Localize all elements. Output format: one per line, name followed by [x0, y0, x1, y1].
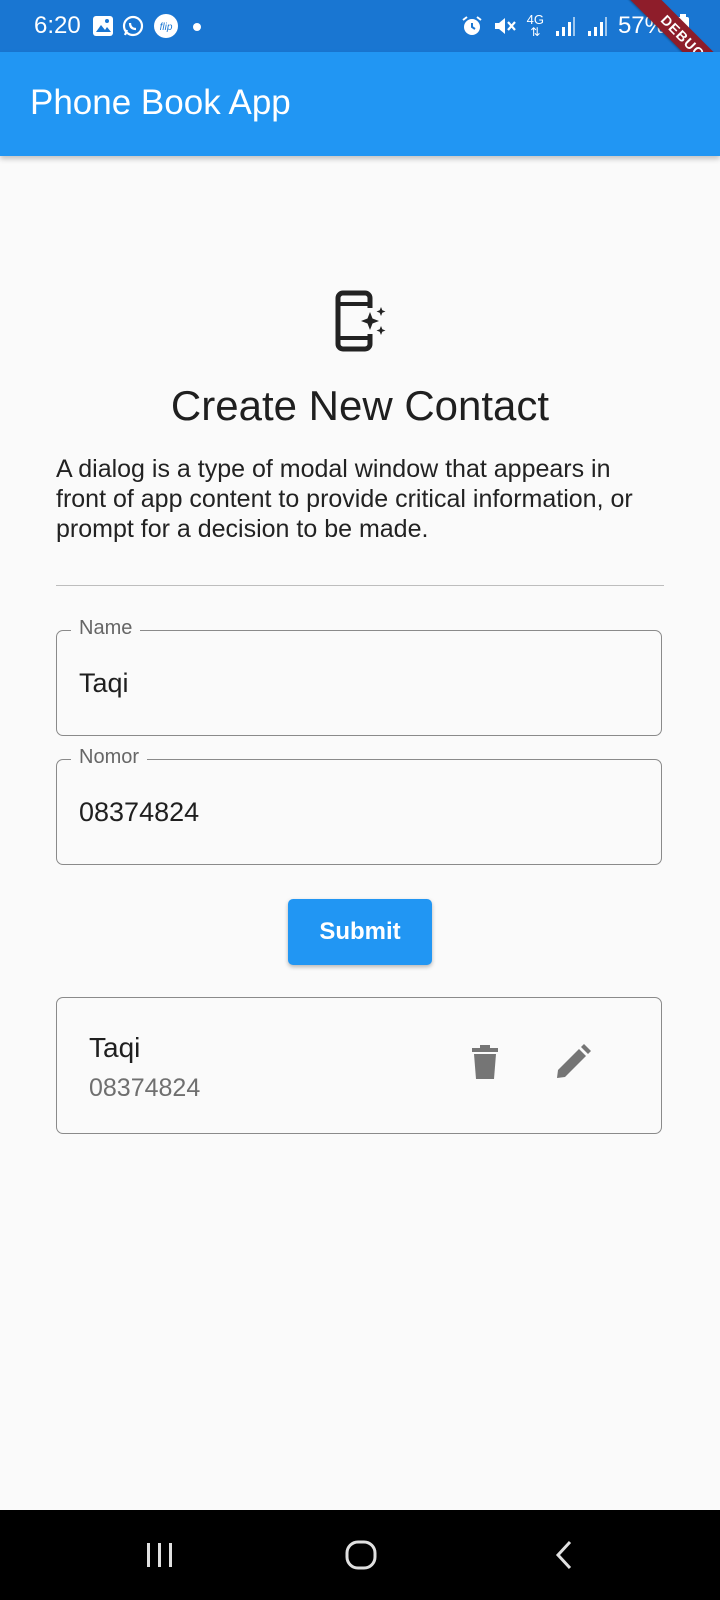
4g-icon: 4G ⇅ [526, 12, 544, 39]
contact-number: 08374824 [89, 1074, 201, 1102]
form-description: A dialog is a type of modal window that … [56, 455, 633, 543]
submit-button[interactable]: Submit [288, 899, 432, 965]
back-icon[interactable] [552, 1540, 576, 1570]
page: 6:20 flip 4G ⇅ 57% DEBUG Phone Book App … [0, 0, 720, 1600]
delete-contact-button[interactable] [465, 1040, 505, 1084]
mute-icon [494, 18, 516, 34]
edit-contact-button[interactable] [553, 1040, 593, 1084]
number-field[interactable]: Nomor [56, 746, 662, 865]
app-bar: Phone Book App [0, 52, 720, 156]
recent-apps-icon[interactable] [144, 1540, 176, 1570]
signal-icon [555, 17, 575, 36]
number-input[interactable] [79, 792, 639, 832]
gallery-icon [93, 16, 113, 36]
form-title: Create New Contact [170, 382, 550, 429]
system-nav-bar [0, 1510, 720, 1600]
status-bar: 6:20 flip 4G ⇅ 57% [0, 0, 720, 52]
contact-list-item[interactable]: Taqi 08374824 [56, 997, 662, 1134]
name-input[interactable] [79, 663, 639, 703]
status-time: 6:20 [34, 12, 81, 39]
phone-sparkle-icon [335, 290, 386, 352]
pencil-icon [557, 1044, 591, 1078]
svg-text:flip: flip [160, 22, 173, 33]
home-icon[interactable] [344, 1540, 378, 1570]
whatsapp-icon [122, 15, 144, 37]
trash-icon [472, 1045, 498, 1079]
divider [56, 585, 664, 586]
name-field[interactable]: Name [56, 617, 662, 736]
name-field-label: Name [71, 617, 141, 640]
signal-icon [587, 17, 607, 36]
app-title: Phone Book App [30, 83, 291, 122]
flip-icon: flip [154, 14, 178, 38]
number-field-label: Nomor [71, 746, 148, 769]
alarm-icon [462, 16, 482, 35]
contact-name: Taqi [89, 1032, 141, 1063]
dot-icon [193, 23, 201, 31]
